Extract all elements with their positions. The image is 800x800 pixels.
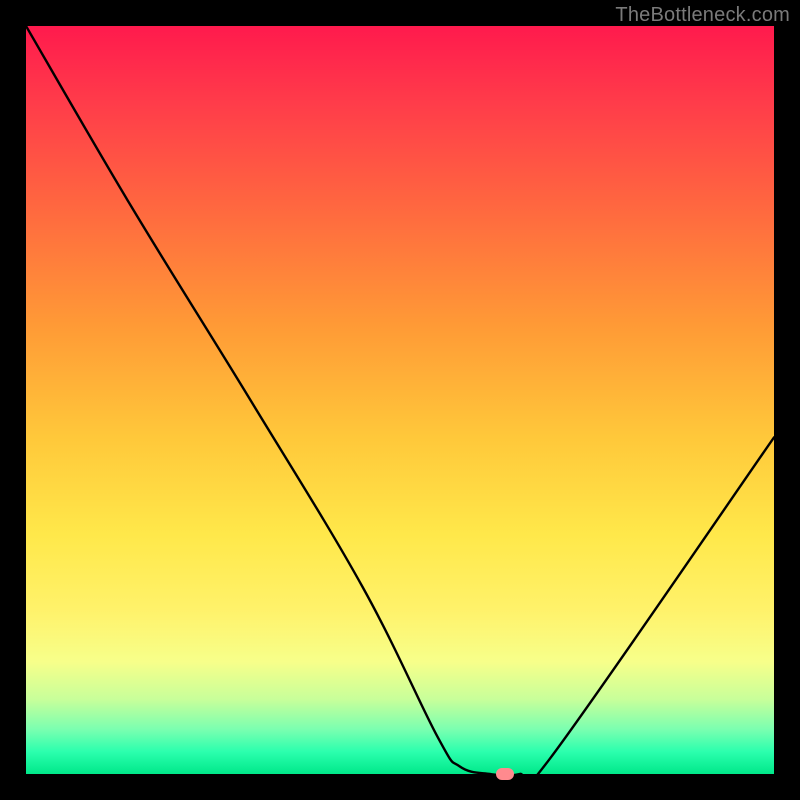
optimal-point-marker — [496, 768, 514, 780]
watermark-text: TheBottleneck.com — [615, 4, 790, 27]
chart-frame: TheBottleneck.com — [0, 0, 800, 800]
curve-svg — [26, 26, 774, 774]
bottleneck-curve-path — [26, 26, 774, 774]
plot-area — [26, 26, 774, 774]
